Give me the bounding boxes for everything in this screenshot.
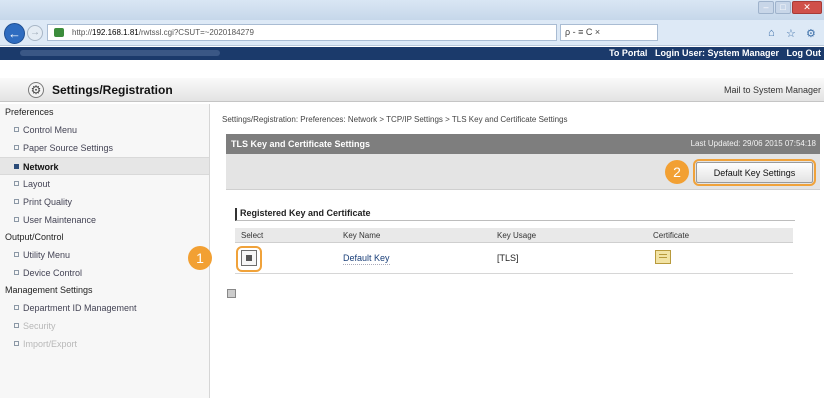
maximize-button[interactable]: □ bbox=[775, 1, 791, 14]
sidebar-group-heading: Output/Control bbox=[5, 232, 64, 242]
sidebar-item[interactable]: User Maintenance bbox=[0, 211, 209, 229]
to-portal-link[interactable]: To Portal bbox=[609, 48, 647, 58]
column-header: Key Usage bbox=[497, 231, 537, 240]
sidebar: Preferences Control Menu Paper Source Sett… bbox=[0, 104, 210, 398]
key-name-link[interactable]: Default Key bbox=[343, 253, 390, 265]
certificate-icon[interactable] bbox=[655, 250, 671, 264]
callout-badge: 2 bbox=[665, 160, 689, 184]
device-name-blurred bbox=[20, 50, 220, 56]
sidebar-item-label: Paper Source Settings bbox=[23, 143, 114, 153]
sidebar-item-label: Utility Menu bbox=[23, 250, 71, 260]
close-icon: ✕ bbox=[803, 2, 811, 12]
sidebar-item-label: Layout bbox=[23, 179, 51, 189]
page-title: Settings/Registration bbox=[52, 83, 173, 97]
column-header: Certificate bbox=[653, 231, 690, 240]
browser-toolbar: ← → http://192.168.1.81/rwtssl.cgi?CSUT=… bbox=[0, 20, 824, 46]
bullet-icon bbox=[14, 270, 19, 275]
sidebar-item-label: Security bbox=[23, 321, 56, 331]
home-icon[interactable]: ⌂ bbox=[768, 27, 775, 39]
section-title: Registered Key and Certificate bbox=[235, 208, 795, 221]
sidebar-item[interactable]: Utility Menu bbox=[0, 246, 209, 264]
gear-icon: ⚙ bbox=[28, 82, 44, 98]
close-window-button[interactable]: ✕ bbox=[792, 1, 822, 14]
bullet-icon bbox=[14, 305, 19, 310]
sidebar-item-label: Department ID Management bbox=[23, 303, 137, 313]
back-arrow-icon: ← bbox=[8, 26, 21, 41]
sidebar-item[interactable]: Import/Export bbox=[0, 335, 209, 353]
table-header: Select Key Name Key Usage Certificate bbox=[235, 228, 793, 243]
bullet-icon bbox=[14, 252, 19, 257]
sidebar-item[interactable]: Security bbox=[0, 317, 209, 335]
mail-to-system-manager-link[interactable]: Mail to System Manager bbox=[724, 85, 821, 95]
sidebar-group-heading: Preferences bbox=[5, 107, 54, 117]
column-header: Key Name bbox=[343, 231, 381, 240]
search-refresh-controls[interactable]: ρ - ≡ C × bbox=[560, 24, 658, 41]
url-path: /rwtssl.cgi?CSUT=~2020184279 bbox=[138, 28, 254, 37]
user-links: To Portal Login User: System Manager Log… bbox=[604, 47, 821, 60]
sidebar-item[interactable]: Paper Source Settings bbox=[0, 139, 209, 157]
sidebar-item-label: Import/Export bbox=[23, 339, 78, 349]
sidebar-item[interactable]: Network bbox=[0, 157, 209, 175]
sidebar-group-heading: Management Settings bbox=[5, 285, 93, 295]
url-prefix: http:// bbox=[72, 28, 93, 37]
sidebar-item-label: Device Control bbox=[23, 268, 83, 278]
address-bar[interactable]: http://192.168.1.81/rwtssl.cgi?CSUT=~202… bbox=[47, 24, 557, 41]
breadcrumb: Settings/Registration: Preferences: Netw… bbox=[222, 115, 568, 124]
sidebar-item-label: Print Quality bbox=[23, 197, 73, 207]
sidebar-item[interactable]: Department ID Management bbox=[0, 299, 209, 317]
bullet-icon bbox=[14, 127, 19, 132]
minimize-icon: – bbox=[763, 2, 769, 12]
sidebar-item-label: User Maintenance bbox=[23, 215, 97, 225]
sidebar-item[interactable]: Layout bbox=[0, 175, 209, 193]
site-icon bbox=[54, 28, 64, 37]
bullet-icon bbox=[14, 145, 19, 150]
sidebar-item[interactable]: Device Control bbox=[0, 264, 209, 282]
sidebar-item[interactable]: Control Menu bbox=[0, 121, 209, 139]
bullet-icon bbox=[14, 181, 19, 186]
panel-title: TLS Key and Certificate Settings bbox=[231, 139, 371, 149]
minimize-button[interactable]: – bbox=[758, 1, 774, 14]
last-updated: Last Updated: 29/06 2015 07:54:18 bbox=[690, 139, 816, 148]
back-button[interactable]: ← bbox=[4, 23, 25, 44]
sidebar-item-label: Control Menu bbox=[23, 125, 78, 135]
bullet-icon bbox=[14, 199, 19, 204]
key-usage: [TLS] bbox=[497, 253, 519, 263]
forward-arrow-icon: → bbox=[30, 27, 40, 38]
url-host: 192.168.1.81 bbox=[92, 28, 139, 37]
column-header: Select bbox=[241, 231, 264, 240]
window-titlebar: – □ ✕ bbox=[0, 0, 824, 20]
panel-header: TLS Key and Certificate Settings Last Up… bbox=[226, 134, 820, 154]
default-key-settings-button[interactable]: Default Key Settings bbox=[696, 162, 813, 183]
bullet-icon bbox=[14, 164, 19, 169]
favorites-icon[interactable]: ☆ bbox=[786, 27, 796, 40]
log-out-link[interactable]: Log Out bbox=[787, 48, 822, 58]
sidebar-item-label: Network bbox=[23, 162, 59, 172]
forward-button[interactable]: → bbox=[27, 25, 43, 41]
login-user-label: Login User: System Manager bbox=[654, 48, 779, 58]
page-top-icon[interactable] bbox=[227, 289, 236, 298]
portal-bar: To Portal Login User: System Manager Log… bbox=[0, 47, 824, 60]
maximize-icon: □ bbox=[780, 2, 786, 12]
table-row: Default Key [TLS] bbox=[235, 244, 793, 274]
callout-badge: 1 bbox=[188, 246, 212, 270]
page-header: ⚙ Settings/Registration Mail to System M… bbox=[0, 78, 824, 102]
sidebar-item[interactable]: Print Quality bbox=[0, 193, 209, 211]
settings-icon[interactable]: ⚙ bbox=[806, 27, 816, 40]
bullet-icon bbox=[14, 323, 19, 328]
highlight-frame bbox=[236, 246, 262, 272]
bullet-icon bbox=[14, 341, 19, 346]
bullet-icon bbox=[14, 217, 19, 222]
